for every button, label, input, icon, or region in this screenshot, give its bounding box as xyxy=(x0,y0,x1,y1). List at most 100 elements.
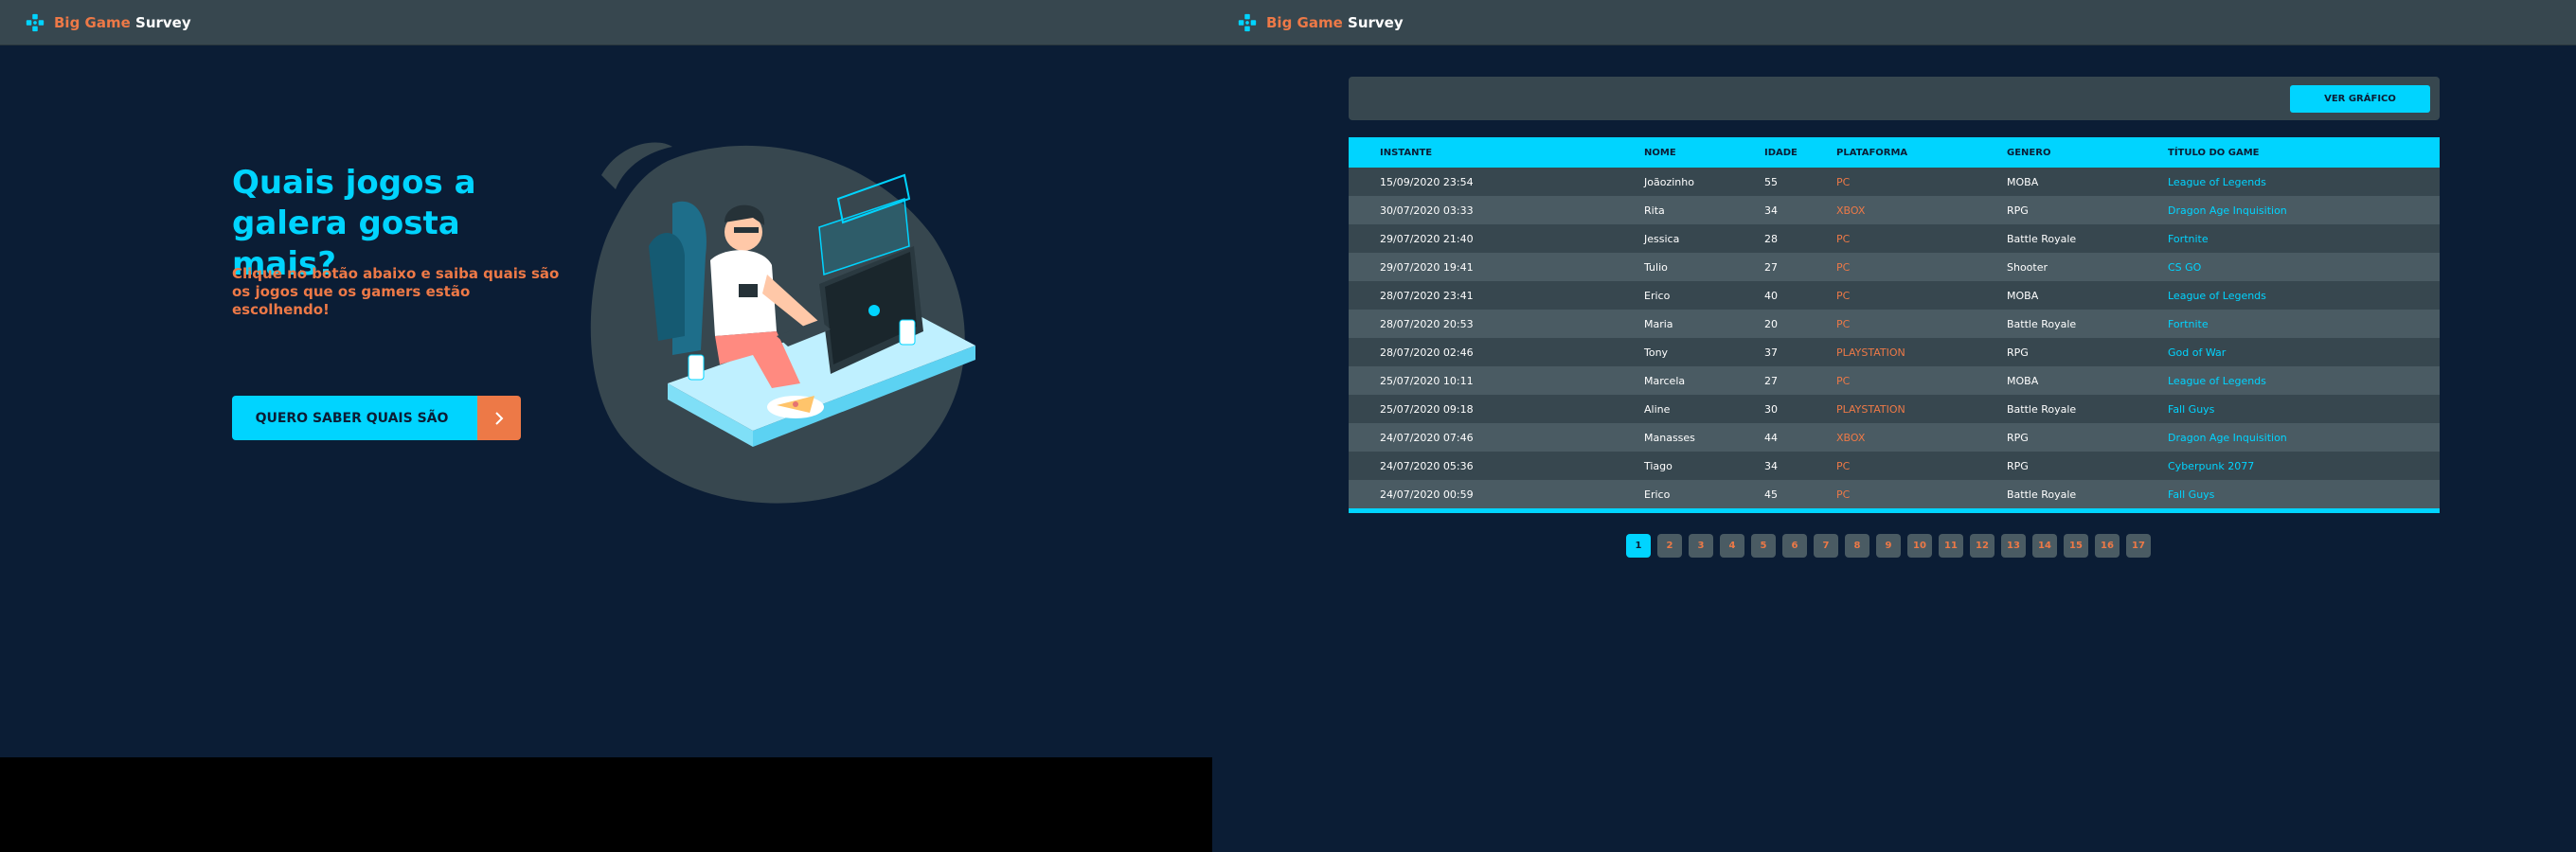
cell-plataforma: XBOX xyxy=(1836,431,1866,444)
table-header-row: INSTANTE NOME IDADE PLATAFORMA GENERO TÍ… xyxy=(1349,137,2440,168)
brand-big: Big Game xyxy=(54,13,131,31)
cell-plataforma: PC xyxy=(1836,232,1851,245)
page-button-7[interactable]: 7 xyxy=(1814,534,1838,558)
cell-nome: Erico xyxy=(1644,488,1671,501)
cell-instante: 28/07/2020 02:46 xyxy=(1380,346,1474,359)
brand-logo[interactable]: Big Game Survey xyxy=(25,12,191,33)
navbar: Big Game Survey xyxy=(0,0,1212,45)
table-row: 30/07/2020 03:33 Rita 34 XBOX RPG Dragon Age … xyxy=(1349,196,2440,224)
page-button-6[interactable]: 6 xyxy=(1782,534,1807,558)
table-row: 24/07/2020 05:36 Tiago 34 PC RPG Cyberpunk 20… xyxy=(1349,452,2440,480)
table-row: 25/07/2020 09:18 Aline 30 PLAYSTATION Battle… xyxy=(1349,395,2440,423)
cell-genero: Shooter xyxy=(2007,260,2048,274)
cell-idade: 34 xyxy=(1764,204,1778,217)
cell-instante: 24/07/2020 00:59 xyxy=(1380,488,1474,501)
page-button-3[interactable]: 3 xyxy=(1689,534,1713,558)
page-button-16[interactable]: 16 xyxy=(2095,534,2120,558)
cell-plataforma: PC xyxy=(1836,175,1851,188)
header-idade: IDADE xyxy=(1764,147,1798,158)
cell-titulo: God of War xyxy=(2168,346,2227,359)
cell-idade: 30 xyxy=(1764,402,1778,416)
chevron-right-icon xyxy=(477,396,521,440)
quero-saber-button[interactable]: QUERO SABER QUAIS SÃO xyxy=(232,396,521,440)
cell-titulo: Dragon Age Inquisition xyxy=(2168,431,2287,444)
cell-instante: 28/07/2020 23:41 xyxy=(1380,289,1474,302)
cell-instante: 24/07/2020 05:36 xyxy=(1380,459,1474,472)
cell-idade: 44 xyxy=(1764,431,1778,444)
cell-genero: Battle Royale xyxy=(2007,317,2077,330)
page-button-17[interactable]: 17 xyxy=(2126,534,2151,558)
cell-nome: Erico xyxy=(1644,289,1671,302)
page-button-10[interactable]: 10 xyxy=(1907,534,1932,558)
cell-plataforma: PC xyxy=(1836,289,1851,302)
cell-idade: 40 xyxy=(1764,289,1778,302)
cell-nome: Joãozinho xyxy=(1644,175,1694,188)
page-button-8[interactable]: 8 xyxy=(1845,534,1869,558)
page-button-12[interactable]: 12 xyxy=(1970,534,1995,558)
cell-nome: Rita xyxy=(1644,204,1665,217)
cell-titulo: CS GO xyxy=(2168,260,2202,274)
ver-grafico-button[interactable]: VER GRÁFICO xyxy=(2290,85,2430,113)
cell-genero: MOBA xyxy=(2007,374,2039,387)
header-plataforma: PLATAFORMA xyxy=(1836,147,1908,158)
cell-idade: 37 xyxy=(1764,346,1778,359)
header-genero: GENERO xyxy=(2007,147,2051,158)
table-row: 25/07/2020 10:11 Marcela 27 PC MOBA League of… xyxy=(1349,366,2440,395)
page-button-2[interactable]: 2 xyxy=(1657,534,1682,558)
table-row: 29/07/2020 19:41 Tulio 27 PC Shooter CS GO xyxy=(1349,253,2440,281)
cell-titulo: Fall Guys xyxy=(2168,488,2215,501)
cell-plataforma: PLAYSTATION xyxy=(1836,346,1905,359)
cell-genero: MOBA xyxy=(2007,289,2039,302)
cell-instante: 25/07/2020 09:18 xyxy=(1380,402,1474,416)
records-table: INSTANTE NOME IDADE PLATAFORMA GENERO TÍ… xyxy=(1349,137,2440,513)
cell-titulo: Fall Guys xyxy=(2168,402,2215,416)
cell-titulo: League of Legends xyxy=(2168,175,2266,188)
page-button-4[interactable]: 4 xyxy=(1720,534,1744,558)
gamepad-icon xyxy=(26,13,45,31)
cell-titulo: League of Legends xyxy=(2168,289,2266,302)
cell-genero: RPG xyxy=(2007,459,2029,472)
table-row: 24/07/2020 00:59 Erico 45 PC Battle Royale Fa… xyxy=(1349,480,2440,508)
cell-idade: 28 xyxy=(1764,232,1778,245)
page-button-13[interactable]: 13 xyxy=(2001,534,2026,558)
cell-genero: RPG xyxy=(2007,204,2029,217)
table-row: 15/09/2020 23:54 Joãozinho 55 PC MOBA League … xyxy=(1349,168,2440,196)
hero-subtitle: Clique no botão abaixo e saiba quais são… xyxy=(232,265,560,318)
page-button-9[interactable]: 9 xyxy=(1876,534,1901,558)
cell-nome: Manasses xyxy=(1644,431,1695,444)
cell-idade: 45 xyxy=(1764,488,1778,501)
cell-instante: 25/07/2020 10:11 xyxy=(1380,374,1474,387)
cell-instante: 24/07/2020 07:46 xyxy=(1380,431,1474,444)
cell-nome: Maria xyxy=(1644,317,1673,330)
header-nome: NOME xyxy=(1644,147,1676,158)
cell-plataforma: PC xyxy=(1836,260,1851,274)
home-screen: Big Game Survey Quais jogos a galera gos… xyxy=(0,0,1212,852)
cell-genero: MOBA xyxy=(2007,175,2039,188)
cell-titulo: Fortnite xyxy=(2168,317,2209,330)
cell-nome: Aline xyxy=(1644,402,1671,416)
page-button-5[interactable]: 5 xyxy=(1751,534,1776,558)
table-row: 28/07/2020 02:46 Tony 37 PLAYSTATION RPG God … xyxy=(1349,338,2440,366)
page-button-14[interactable]: 14 xyxy=(2032,534,2057,558)
cell-genero: RPG xyxy=(2007,431,2029,444)
page-button-1[interactable]: 1 xyxy=(1626,534,1651,558)
cell-nome: Tony xyxy=(1644,346,1669,359)
brand-logo[interactable]: Big Game Survey xyxy=(1237,12,1404,33)
brand-survey: Survey xyxy=(1348,13,1404,31)
cell-plataforma: PC xyxy=(1836,374,1851,387)
cell-instante: 29/07/2020 19:41 xyxy=(1380,260,1474,274)
page-button-15[interactable]: 15 xyxy=(2064,534,2088,558)
cell-genero: Battle Royale xyxy=(2007,402,2077,416)
page-button-11[interactable]: 11 xyxy=(1939,534,1963,558)
cell-genero: RPG xyxy=(2007,346,2029,359)
cell-plataforma: PC xyxy=(1836,488,1851,501)
filters-bar: VER GRÁFICO xyxy=(1349,77,2440,120)
cell-nome: Jessica xyxy=(1644,232,1680,245)
cell-idade: 20 xyxy=(1764,317,1778,330)
cell-titulo: League of Legends xyxy=(2168,374,2266,387)
table-row: 28/07/2020 20:53 Maria 20 PC Battle Royale Fo… xyxy=(1349,310,2440,338)
records-screen: Big Game Survey VER GRÁFICO INSTANTE NOM… xyxy=(1212,0,2576,852)
cell-titulo: Fortnite xyxy=(2168,232,2209,245)
cta-label: QUERO SABER QUAIS SÃO xyxy=(232,396,477,440)
gamepad-icon xyxy=(1238,13,1257,31)
